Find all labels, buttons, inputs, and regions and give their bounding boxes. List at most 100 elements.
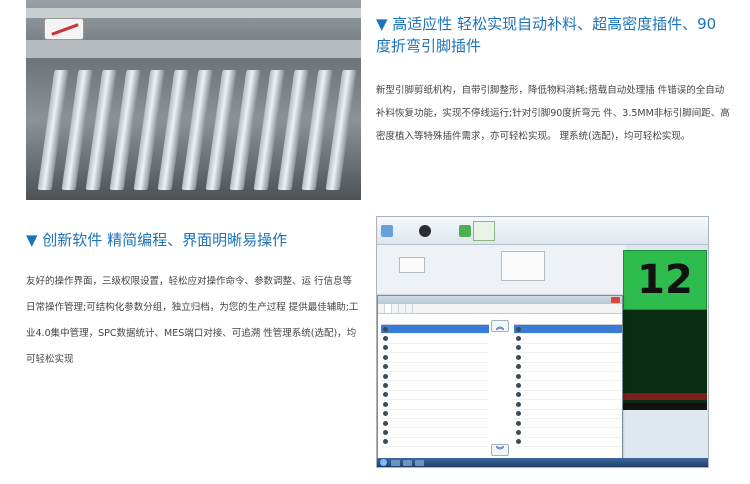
list-item[interactable] bbox=[381, 410, 489, 419]
toolbar-icon bbox=[459, 225, 471, 237]
available-list bbox=[381, 318, 489, 458]
list-item[interactable] bbox=[514, 353, 622, 363]
counter-value: 12 bbox=[637, 257, 693, 303]
status-dot-icon bbox=[383, 383, 388, 389]
play-icon bbox=[419, 225, 431, 237]
status-dot-icon bbox=[516, 354, 521, 360]
dialog-tab[interactable] bbox=[385, 304, 392, 313]
list-item[interactable] bbox=[381, 334, 489, 344]
list-item[interactable] bbox=[514, 372, 622, 382]
status-dot-icon bbox=[516, 336, 521, 342]
list-item[interactable] bbox=[514, 391, 622, 401]
coordinate-line bbox=[623, 315, 707, 324]
production-counter: 12 bbox=[623, 250, 707, 310]
list-item[interactable] bbox=[514, 363, 622, 372]
dialog-tab[interactable] bbox=[392, 304, 399, 313]
list-item[interactable] bbox=[381, 381, 489, 391]
status-dot-icon bbox=[383, 364, 388, 370]
close-icon[interactable] bbox=[611, 297, 620, 303]
status-indicator bbox=[623, 403, 707, 410]
status-dot-icon bbox=[383, 326, 388, 332]
status-dot-icon bbox=[516, 364, 521, 370]
machine-photo bbox=[26, 0, 361, 200]
list-item[interactable] bbox=[381, 325, 489, 335]
os-taskbar bbox=[377, 458, 708, 467]
coordinate-line bbox=[623, 333, 707, 342]
list-header bbox=[514, 318, 622, 325]
list-item[interactable] bbox=[381, 372, 489, 382]
software-screenshot: 12 ︽ ︾ bbox=[376, 216, 709, 468]
list-item[interactable] bbox=[381, 428, 489, 438]
feature-adaptability-body: 新型引脚剪纸机构，自带引脚整形，降低物料消耗;搭载自动处理插 件错误的全自动补料… bbox=[376, 85, 730, 142]
toolbar-active-button[interactable] bbox=[473, 221, 495, 241]
dialog-tabs bbox=[378, 304, 622, 314]
feature-adaptability: ▼ 高适应性 轻松实现自动补料、超高密度插件、90度折弯引脚插件 新型引脚剪纸机… bbox=[376, 13, 730, 148]
status-dot-icon bbox=[383, 345, 388, 351]
status-dot-icon bbox=[383, 401, 388, 407]
taskbar-app-icon[interactable] bbox=[415, 459, 424, 466]
status-dot-icon bbox=[383, 439, 388, 445]
selected-list bbox=[514, 318, 622, 458]
list-item[interactable] bbox=[514, 334, 622, 344]
dialog-tab[interactable] bbox=[406, 304, 413, 313]
feature-software-title: ▼ 创新软件 精简编程、界面明晰易操作 bbox=[26, 231, 288, 249]
list-item[interactable] bbox=[514, 410, 622, 419]
taskbar-app-icon[interactable] bbox=[403, 459, 412, 466]
machine-blade bbox=[325, 70, 357, 190]
dialog-tab[interactable] bbox=[399, 304, 406, 313]
list-item[interactable] bbox=[514, 428, 622, 438]
move-down-button[interactable]: ︾ bbox=[491, 444, 509, 456]
status-dot-icon bbox=[516, 439, 521, 445]
double-chevron-up-icon: ︽ bbox=[496, 321, 504, 331]
list-item[interactable] bbox=[514, 381, 622, 391]
list-item[interactable] bbox=[514, 438, 622, 448]
status-dot-icon bbox=[383, 411, 388, 417]
feature-software-body: 友好的操作界面，三级权限设置，轻松应对操作命令、参数调整、运 行信息等日常操作管… bbox=[26, 276, 359, 365]
work-button[interactable] bbox=[399, 257, 425, 273]
move-up-button[interactable]: ︽ bbox=[491, 320, 509, 332]
status-dot-icon bbox=[516, 411, 521, 417]
toolbar-button[interactable] bbox=[419, 223, 431, 239]
status-dot-icon bbox=[383, 373, 388, 379]
list-item[interactable] bbox=[381, 438, 489, 448]
status-dot-icon bbox=[516, 326, 521, 332]
work-area bbox=[377, 245, 625, 297]
list-item[interactable] bbox=[514, 344, 622, 354]
status-dot-icon bbox=[383, 336, 388, 342]
work-button-large[interactable] bbox=[501, 251, 545, 281]
machine-rail bbox=[26, 40, 361, 58]
status-dot-icon bbox=[516, 373, 521, 379]
coordinate-panel bbox=[623, 310, 707, 406]
list-item[interactable] bbox=[381, 353, 489, 363]
list-item[interactable] bbox=[381, 400, 489, 410]
list-item[interactable] bbox=[514, 419, 622, 429]
toolbar-icon bbox=[381, 225, 393, 237]
list-item[interactable] bbox=[514, 325, 622, 335]
status-dot-icon bbox=[383, 420, 388, 426]
status-dot-icon bbox=[383, 392, 388, 398]
status-dot-icon bbox=[516, 383, 521, 389]
dialog-titlebar bbox=[378, 296, 622, 304]
software-toolbar bbox=[377, 217, 708, 245]
status-dot-icon bbox=[383, 429, 388, 435]
double-chevron-down-icon: ︾ bbox=[496, 445, 504, 455]
start-icon[interactable] bbox=[380, 459, 387, 466]
dialog-tab[interactable] bbox=[378, 304, 385, 313]
list-item[interactable] bbox=[381, 363, 489, 372]
toolbar-button[interactable] bbox=[381, 223, 393, 239]
status-dot-icon bbox=[516, 420, 521, 426]
coordinate-line bbox=[623, 324, 707, 333]
list-item[interactable] bbox=[514, 400, 622, 410]
status-dot-icon bbox=[516, 392, 521, 398]
status-dot-icon bbox=[516, 345, 521, 351]
toolbar-button[interactable] bbox=[459, 223, 471, 239]
taskbar-app-icon[interactable] bbox=[391, 459, 400, 466]
list-header bbox=[381, 318, 489, 325]
list-item[interactable] bbox=[381, 391, 489, 401]
list-item[interactable] bbox=[381, 419, 489, 429]
feature-software: ▼ 创新软件 精简编程、界面明晰易操作 友好的操作界面，三级权限设置，轻松应对操… bbox=[26, 229, 361, 373]
list-item[interactable] bbox=[381, 344, 489, 354]
status-dot-icon bbox=[516, 401, 521, 407]
mode-indicator bbox=[623, 393, 707, 400]
status-dot-icon bbox=[516, 429, 521, 435]
